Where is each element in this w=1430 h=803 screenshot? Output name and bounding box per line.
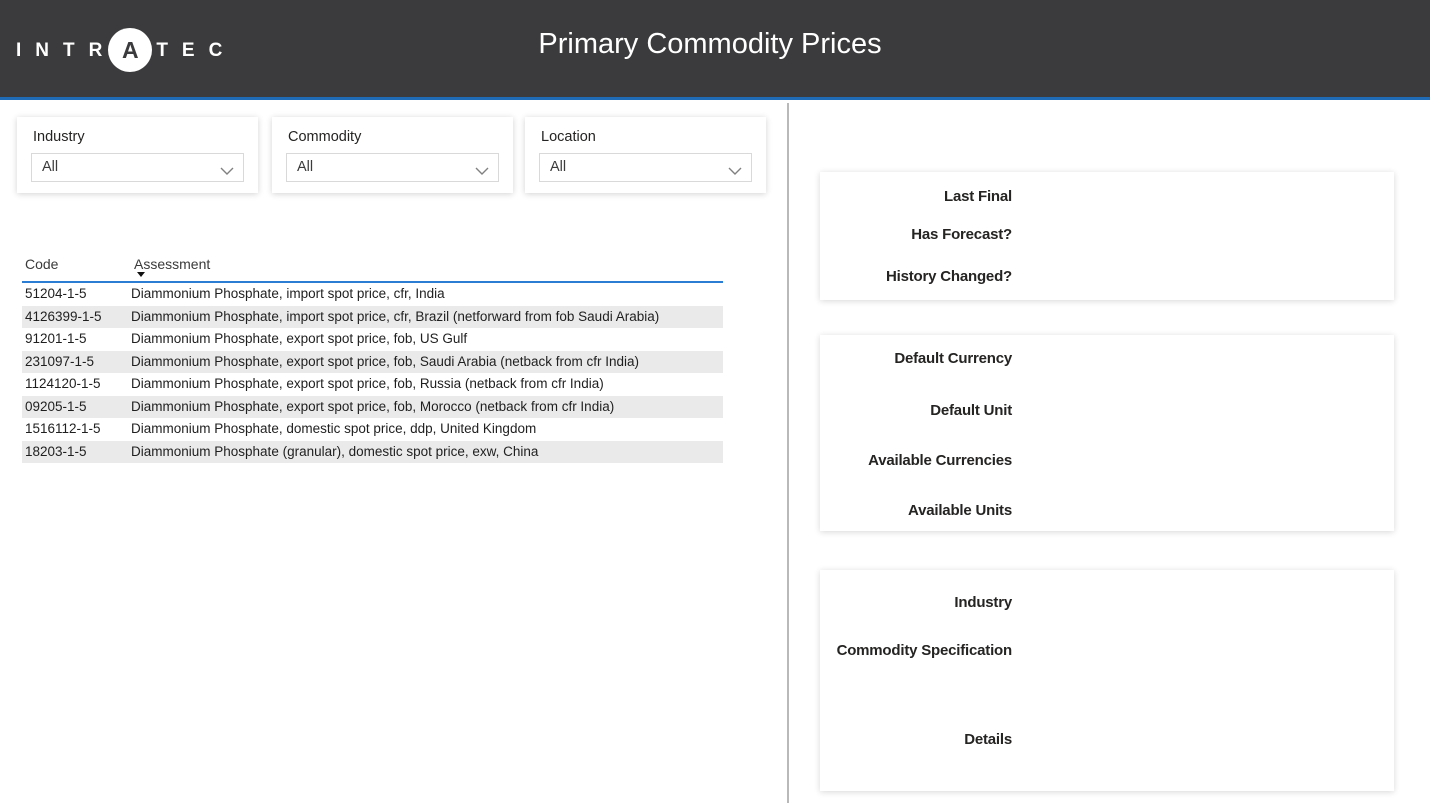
column-header-code[interactable]: Code	[22, 253, 131, 281]
cell-code: 1516112-1-5	[22, 418, 131, 441]
commodity-dropdown[interactable]: All	[286, 153, 499, 182]
location-dropdown-value: All	[550, 159, 566, 175]
location-dropdown[interactable]: All	[539, 153, 752, 182]
cell-assessment: Diammonium Phosphate, export spot price,…	[131, 328, 723, 351]
cell-code: 18203-1-5	[22, 441, 131, 464]
label-default-currency: Default Currency	[820, 350, 1012, 367]
filter-card-location: Location All	[525, 117, 766, 193]
table-row[interactable]: 91201-1-5 Diammonium Phosphate, export s…	[22, 328, 723, 351]
filter-card-industry: Industry All	[17, 117, 258, 193]
label-available-units: Available Units	[820, 502, 1012, 519]
label-has-forecast: Has Forecast?	[820, 226, 1012, 243]
cell-assessment: Diammonium Phosphate, export spot price,…	[131, 373, 723, 396]
chevron-down-icon	[728, 163, 742, 181]
commodity-dropdown-value: All	[297, 159, 313, 175]
cell-code: 09205-1-5	[22, 396, 131, 419]
table-row[interactable]: 1124120-1-5 Diammonium Phosphate, export…	[22, 373, 723, 396]
info-card-industry-details: Industry Commodity Specification Details	[820, 570, 1394, 791]
label-history-changed: History Changed?	[820, 268, 1012, 285]
label-last-final: Last Final	[820, 188, 1012, 205]
cell-assessment: Diammonium Phosphate (granular), domesti…	[131, 441, 723, 464]
filter-label-commodity: Commodity	[288, 129, 361, 145]
industry-dropdown-value: All	[42, 159, 58, 175]
page-title: Primary Commodity Prices	[0, 28, 1420, 61]
report-canvas: Industry All Commodity All Location All	[0, 103, 1430, 803]
sort-descending-icon	[137, 272, 145, 277]
label-details: Details	[820, 731, 1012, 748]
industry-dropdown[interactable]: All	[31, 153, 244, 182]
table-row[interactable]: 231097-1-5 Diammonium Phosphate, export …	[22, 351, 723, 374]
vertical-divider	[787, 103, 789, 803]
table-row[interactable]: 09205-1-5 Diammonium Phosphate, export s…	[22, 396, 723, 419]
filter-card-commodity: Commodity All	[272, 117, 513, 193]
cell-code: 231097-1-5	[22, 351, 131, 374]
filter-label-industry: Industry	[33, 129, 85, 145]
cell-assessment: Diammonium Phosphate, export spot price,…	[131, 351, 723, 374]
table-row[interactable]: 4126399-1-5 Diammonium Phosphate, import…	[22, 306, 723, 329]
label-industry: Industry	[820, 594, 1012, 611]
label-commodity-specification: Commodity Specification	[820, 642, 1012, 659]
cell-assessment: Diammonium Phosphate, import spot price,…	[131, 306, 723, 329]
cell-assessment: Diammonium Phosphate, domestic spot pric…	[131, 418, 723, 441]
cell-code: 91201-1-5	[22, 328, 131, 351]
table-row[interactable]: 1516112-1-5 Diammonium Phosphate, domest…	[22, 418, 723, 441]
table-header-row: Code Assessment	[22, 253, 723, 283]
chevron-down-icon	[220, 163, 234, 181]
table-row[interactable]: 51204-1-5 Diammonium Phosphate, import s…	[22, 283, 723, 306]
app-header: INTR A TEC Primary Commodity Prices	[0, 0, 1430, 100]
chevron-down-icon	[475, 163, 489, 181]
label-available-currencies: Available Currencies	[820, 452, 1012, 469]
table-row[interactable]: 18203-1-5 Diammonium Phosphate (granular…	[22, 441, 723, 464]
assessments-table: Code Assessment 51204-1-5 Diammonium Pho…	[22, 253, 723, 463]
info-card-status: Last Final Has Forecast? History Changed…	[820, 172, 1394, 300]
column-header-assessment[interactable]: Assessment	[131, 253, 723, 281]
info-card-currency-units: Default Currency Default Unit Available …	[820, 335, 1394, 531]
cell-code: 1124120-1-5	[22, 373, 131, 396]
cell-assessment: Diammonium Phosphate, export spot price,…	[131, 396, 723, 419]
label-default-unit: Default Unit	[820, 402, 1012, 419]
filter-label-location: Location	[541, 129, 596, 145]
cell-code: 4126399-1-5	[22, 306, 131, 329]
cell-code: 51204-1-5	[22, 283, 131, 306]
cell-assessment: Diammonium Phosphate, import spot price,…	[131, 283, 723, 306]
